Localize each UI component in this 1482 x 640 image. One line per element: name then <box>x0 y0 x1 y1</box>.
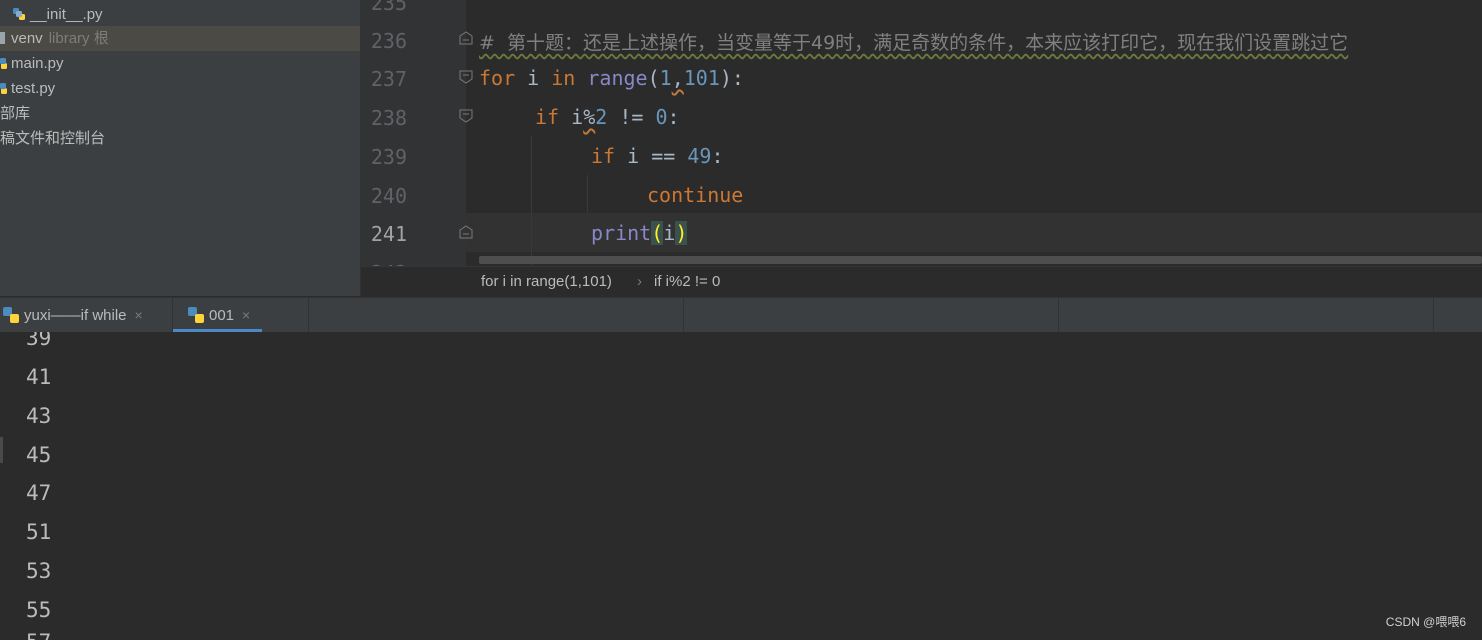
tree-item-label: test.py <box>11 80 56 97</box>
keyword-if: if <box>591 144 616 168</box>
project-tree-panel: __init__.py venv library 根 main.py test.p… <box>0 0 360 296</box>
breadcrumb: for i in range(1,101) › if i%2 != 0 <box>361 266 1482 297</box>
tree-item-venv[interactable]: venv library 根 <box>0 26 360 51</box>
watermark: CSDN @喂喂6 <box>1385 615 1466 629</box>
console-line: 51 <box>26 520 52 544</box>
console-line: 43 <box>26 404 52 428</box>
tree-item-label: venv <box>11 30 43 47</box>
close-icon[interactable]: × <box>242 307 250 323</box>
code-line-print[interactable]: print(i) <box>591 221 688 245</box>
console-line: 39 <box>26 332 52 350</box>
indent-guide <box>587 175 588 213</box>
tree-item-label: 部库 <box>0 105 31 122</box>
tab-divider <box>1058 298 1059 332</box>
code-token: : <box>711 144 724 168</box>
code-token: != <box>607 105 656 129</box>
code-token: ): <box>719 66 744 90</box>
console-line: 55 <box>26 598 52 622</box>
paren-highlight: ) <box>675 221 688 245</box>
python-file-icon <box>0 58 7 69</box>
paren-highlight: ( <box>651 221 664 245</box>
python-icon <box>3 307 19 323</box>
number-literal: 49 <box>687 144 712 168</box>
builtin-range: range <box>587 66 648 90</box>
tab-divider <box>683 298 684 332</box>
console-line: 47 <box>26 481 52 505</box>
console-gutter-marker <box>0 437 3 463</box>
code-token: i == <box>615 144 688 168</box>
tree-item-label: main.py <box>11 55 64 72</box>
tree-item-label: 稿文件和控制台 <box>0 130 106 147</box>
line-number: 239 <box>370 145 407 169</box>
breadcrumb-item-for[interactable]: for i in range(1,101) <box>481 267 612 297</box>
tree-item-init-py[interactable]: __init__.py <box>0 2 360 27</box>
breadcrumb-item-if[interactable]: if i%2 != 0 <box>654 267 720 297</box>
number-literal: 101 <box>683 66 720 90</box>
code-line-continue[interactable]: continue <box>647 183 743 207</box>
tree-item-test-py[interactable]: test.py <box>0 76 360 101</box>
fold-end-marker-icon[interactable] <box>459 225 473 239</box>
code-token: i <box>663 221 676 245</box>
code-token: ( <box>647 66 660 90</box>
tab-divider <box>1433 298 1434 332</box>
line-number: 240 <box>370 184 407 208</box>
console-line: 45 <box>26 443 52 467</box>
number-literal: 1 <box>659 66 672 90</box>
code-token: % <box>583 105 596 129</box>
tree-item-scratches[interactable]: 稿文件和控制台 <box>0 126 360 151</box>
number-literal: 2 <box>595 105 608 129</box>
tree-item-external-libraries[interactable]: 部库 <box>0 101 360 126</box>
code-line-for[interactable]: for i in range(1,101): <box>479 66 744 90</box>
keyword-in: in <box>551 66 576 90</box>
line-number: 238 <box>370 106 407 130</box>
console-line: 41 <box>26 365 52 389</box>
run-console-output[interactable]: 39 41 43 45 47 51 53 55 57 CSDN @喂喂6 <box>0 332 1482 640</box>
code-line-if-49[interactable]: if i == 49: <box>591 144 723 168</box>
python-icon <box>188 307 204 323</box>
run-tab-bar: yuxi——if while × 001 × <box>0 297 1482 333</box>
keyword-for: for <box>479 66 516 90</box>
horizontal-scrollbar[interactable] <box>479 256 1482 264</box>
code-token: , <box>671 66 684 90</box>
keyword-if: if <box>535 105 560 129</box>
tab-yuxi-if-while[interactable]: yuxi——if while × <box>2 298 143 332</box>
tab-label: 001 <box>209 307 235 324</box>
line-number: 237 <box>370 67 407 91</box>
console-line: 57 <box>26 630 51 640</box>
builtin-print: print <box>591 221 652 245</box>
indent-guide <box>531 136 532 266</box>
code-editor[interactable]: 235 236 237 238 239 240 241 242 # 第十题：还是… <box>361 0 1482 266</box>
code-token: : <box>667 105 680 129</box>
line-number: 235 <box>370 0 407 15</box>
fold-marker-icon[interactable] <box>459 70 473 84</box>
code-line-comment[interactable]: # 第十题：还是上述操作，当变量等于49时，满足奇数的条件，本来应该打印它，现在… <box>479 28 1348 55</box>
tree-item-hint: library 根 <box>48 30 109 47</box>
line-number: 236 <box>370 29 407 53</box>
code-line-if-mod[interactable]: if i%2 != 0: <box>535 105 680 129</box>
folder-icon <box>0 32 5 44</box>
tree-item-label: __init__.py <box>30 6 103 23</box>
code-token: i <box>515 66 552 90</box>
tab-001[interactable]: 001 × <box>173 298 263 332</box>
close-icon[interactable]: × <box>135 307 143 323</box>
chevron-right-icon: › <box>637 273 642 290</box>
code-token: i <box>559 105 584 129</box>
fold-marker-icon[interactable] <box>459 31 473 45</box>
tab-divider <box>308 298 309 332</box>
keyword-continue: continue <box>647 183 744 207</box>
line-number-current: 241 <box>370 222 407 246</box>
code-comment: # 第十题：还是上述操作，当变量等于49时，满足奇数的条件，本来应该打印它，现在… <box>479 32 1349 54</box>
python-file-icon <box>13 8 25 20</box>
python-file-icon <box>0 83 7 94</box>
console-line: 53 <box>26 559 52 583</box>
tab-label: yuxi——if while <box>24 307 127 324</box>
tree-item-main-py[interactable]: main.py <box>0 51 360 76</box>
number-literal: 0 <box>655 105 668 129</box>
fold-marker-icon[interactable] <box>459 109 473 123</box>
